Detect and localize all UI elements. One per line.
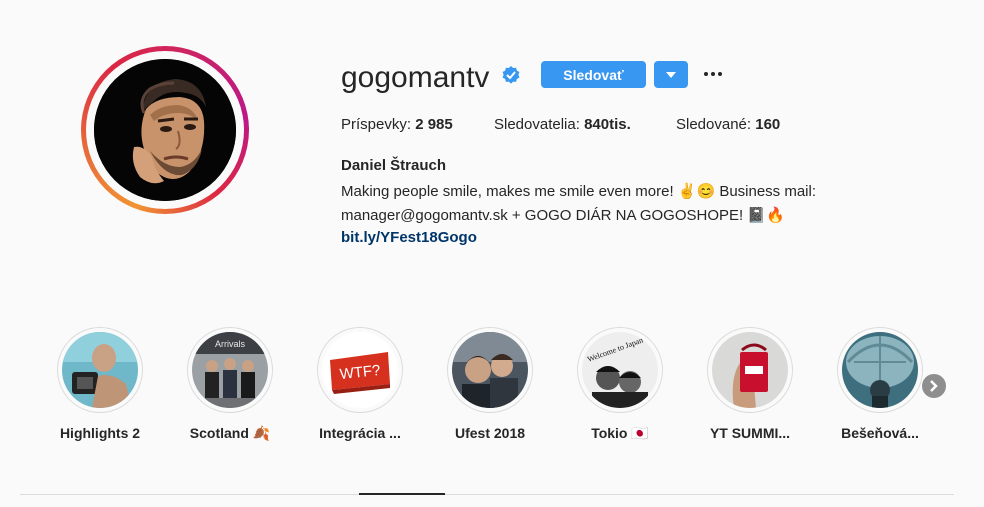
posts-count: Príspevky: 2 985 [341,116,453,134]
highlight-thumbnail [842,332,918,408]
avatar-cartoon-face [94,59,236,201]
highlight-label: Bešeňová... [841,425,919,441]
highlight-ring [57,327,143,413]
highlight-item[interactable]: WTF? Integrácia ... [295,327,425,441]
profile-external-link[interactable]: bit.ly/YFest18Gogo [341,229,477,246]
profile-bio: Making people smile, makes me smile even… [341,180,861,228]
highlight-thumbnail: Welcome to Japan [582,332,658,408]
avatar[interactable] [94,59,236,201]
followers-label: Sledovatelia: [494,116,580,133]
following-label: Sledované: [676,116,752,133]
profile-username: gogomantv [341,61,490,94]
bio-line-1: Making people smile, makes me smile even… [341,183,817,200]
chevron-down-icon [666,71,676,78]
tabs-divider [20,494,954,495]
highlight-thumbnail [712,332,788,408]
avatar-ring-gap [86,51,244,209]
chevron-right-icon [930,380,938,392]
highlight-item[interactable]: Arrivals Scotland 🍂 [165,327,295,442]
highlight-ring [447,327,533,413]
highlight-ring [707,327,793,413]
highlight-label: Highlights 2 [59,425,141,441]
profile-full-name: Daniel Štrauch [341,157,447,174]
highlight-thumbnail [452,332,528,408]
followers-value: 840tis. [584,116,631,133]
highlight-label: Integrácia ... [319,425,401,441]
more-options-button[interactable] [700,63,726,85]
highlight-ring: Arrivals [187,327,273,413]
highlight-label: Tokio 🇯🇵 [591,425,649,441]
highlight-ring: Welcome to Japan [577,327,663,413]
highlights-next-button[interactable] [922,374,946,398]
highlight-thumbnail: WTF? [322,332,398,408]
highlight-item[interactable]: Ufest 2018 [425,327,555,441]
highlight-item[interactable]: Welcome to Japan Tokio 🇯🇵 [555,327,685,442]
verified-badge-icon [502,66,520,84]
highlight-ring: WTF? [317,327,403,413]
highlight-item[interactable]: YT SUMMI... [685,327,815,441]
highlight-thumbnail [62,332,138,408]
highlight-ring [837,327,923,413]
highlight-thumbnail: Arrivals [192,332,268,408]
highlight-label: Scotland 🍂 [189,425,271,441]
follow-button[interactable]: Sledovať [541,61,646,88]
highlight-label: Ufest 2018 [454,425,526,441]
more-options-icon [704,72,722,76]
posts-value: 2 985 [415,116,453,133]
posts-label: Príspevky: [341,116,412,133]
highlight-label: YT SUMMI... [709,425,791,441]
following-count[interactable]: Sledované: 160 [676,116,780,134]
profile-avatar-ring[interactable] [81,46,249,214]
suggested-dropdown-button[interactable] [654,61,688,88]
active-tab-indicator [359,493,445,495]
following-value: 160 [755,116,781,133]
followers-count[interactable]: Sledovatelia: 840tis. [494,116,631,134]
bio-line-2: manager@gogomantv.sk + GOGO DIÁR NA GOGO… [341,207,785,224]
highlight-item[interactable]: Highlights 2 [35,327,165,441]
arrivals-sign: Arrivals [215,339,246,349]
